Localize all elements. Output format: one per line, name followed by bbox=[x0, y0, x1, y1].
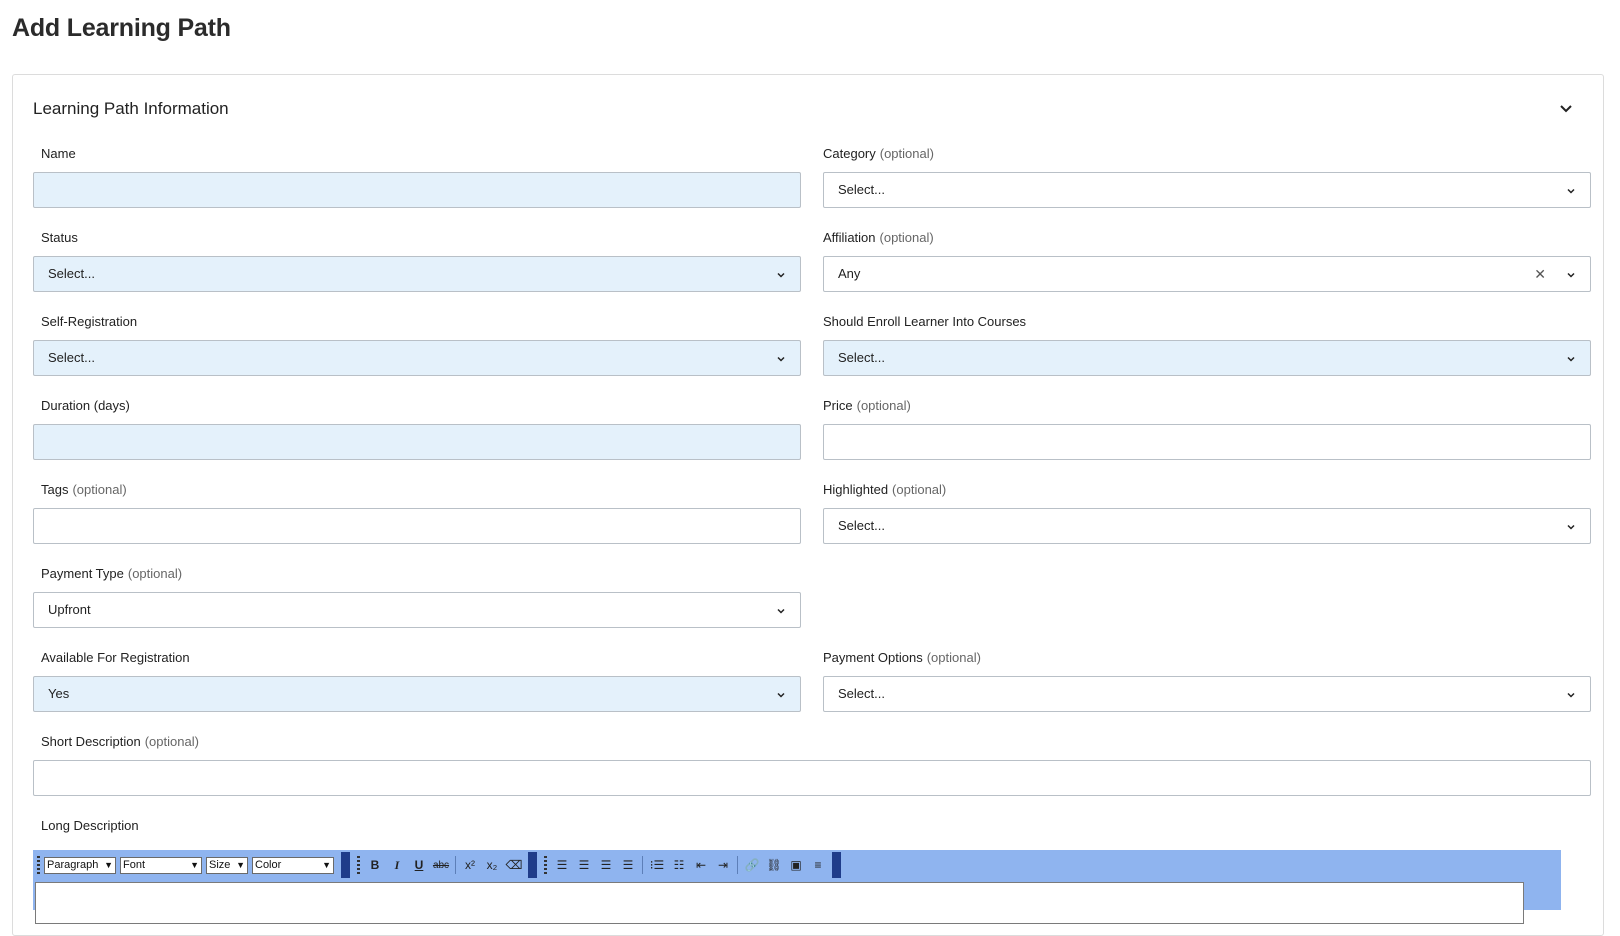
category-label: Category (optional) bbox=[823, 146, 934, 161]
editor-toolbar: Paragraph ▼ Font ▼ Size ▼ Color ▼ B I U abc … bbox=[33, 850, 844, 880]
underline-button[interactable]: U bbox=[408, 854, 430, 876]
self-registration-label: Self-Registration bbox=[41, 314, 138, 329]
align-left-icon[interactable]: ☰ bbox=[551, 854, 573, 876]
chevron-down-icon bbox=[777, 356, 785, 362]
chevron-down-icon bbox=[1567, 524, 1575, 530]
chevron-down-icon bbox=[777, 608, 785, 614]
should-enroll-select[interactable]: Select... bbox=[823, 340, 1591, 376]
long-description-textarea[interactable] bbox=[35, 882, 1524, 924]
highlighted-select[interactable]: Select... bbox=[823, 508, 1591, 544]
payment-type-value: Upfront bbox=[48, 602, 91, 617]
status-value: Select... bbox=[48, 266, 95, 281]
align-justify-icon[interactable]: ☰ bbox=[617, 854, 639, 876]
superscript-icon[interactable]: x² bbox=[459, 854, 481, 876]
price-input[interactable] bbox=[823, 424, 1591, 460]
long-description-editor: Paragraph ▼ Font ▼ Size ▼ Color ▼ B I U abc … bbox=[33, 850, 1561, 924]
affiliation-value: Any bbox=[838, 266, 861, 281]
short-description-label: Short Description (optional) bbox=[41, 734, 199, 749]
eraser-icon[interactable]: ⌫ bbox=[503, 854, 525, 876]
chevron-down-icon bbox=[1567, 272, 1575, 278]
chevron-down-icon bbox=[777, 272, 785, 278]
section-title: Learning Path Information bbox=[33, 99, 229, 118]
payment-options-value: Select... bbox=[838, 686, 885, 701]
duration-label: Duration (days) bbox=[41, 398, 130, 413]
strikethrough-button[interactable]: abc bbox=[430, 854, 452, 876]
align-center-icon[interactable]: ☰ bbox=[595, 854, 617, 876]
toolbar-grip[interactable] bbox=[357, 856, 360, 874]
should-enroll-value: Select... bbox=[838, 350, 885, 365]
subscript-icon[interactable]: x₂ bbox=[481, 854, 503, 876]
insert-link-icon[interactable]: 🔗 bbox=[741, 854, 763, 876]
affiliation-label: Affiliation (optional) bbox=[823, 230, 934, 245]
chevron-down-icon bbox=[1567, 356, 1575, 362]
self-registration-select[interactable]: Select... bbox=[33, 340, 801, 376]
payment-options-select[interactable]: Select... bbox=[823, 676, 1591, 712]
insert-image-icon[interactable]: ▣ bbox=[785, 854, 807, 876]
font-select[interactable]: Font ▼ bbox=[120, 856, 202, 874]
toolbar-separator bbox=[642, 856, 643, 874]
should-enroll-label: Should Enroll Learner Into Courses bbox=[823, 314, 1027, 329]
status-label: Status bbox=[41, 230, 78, 245]
size-select[interactable]: Size ▼ bbox=[206, 856, 248, 874]
payment-type-label: Payment Type (optional) bbox=[41, 566, 183, 581]
unlink-icon[interactable]: ⛓ bbox=[763, 854, 785, 876]
toolbar-grip[interactable] bbox=[544, 856, 547, 874]
tags-label: Tags (optional) bbox=[41, 482, 127, 497]
bold-button[interactable]: B bbox=[364, 854, 386, 876]
highlighted-label: Highlighted (optional) bbox=[823, 482, 947, 497]
tags-input[interactable] bbox=[33, 508, 801, 544]
bullet-list-icon[interactable]: ⁝☰ bbox=[646, 854, 668, 876]
page-title: Add Learning Path bbox=[12, 14, 231, 42]
toolbar-end[interactable] bbox=[528, 852, 537, 878]
payment-options-label: Payment Options (optional) bbox=[823, 650, 981, 665]
color-select[interactable]: Color ▼ bbox=[252, 856, 334, 874]
indent-icon[interactable]: ⇥ bbox=[712, 854, 734, 876]
toolbar-grip[interactable] bbox=[37, 856, 40, 874]
short-description-input[interactable] bbox=[33, 760, 1591, 796]
price-label: Price (optional) bbox=[823, 398, 911, 413]
numbered-list-icon[interactable]: ☷ bbox=[668, 854, 690, 876]
available-for-registration-label: Available For Registration bbox=[41, 650, 190, 665]
category-value: Select... bbox=[838, 182, 885, 197]
payment-type-select[interactable]: Upfront bbox=[33, 592, 801, 628]
horizontal-rule-icon[interactable]: ≡ bbox=[807, 854, 829, 876]
highlighted-value: Select... bbox=[838, 518, 885, 533]
name-label: Name bbox=[41, 146, 76, 161]
clear-icon[interactable]: ✕ bbox=[1534, 266, 1546, 282]
format-select[interactable]: Paragraph ▼ bbox=[44, 856, 116, 874]
category-select[interactable]: Select... bbox=[823, 172, 1591, 208]
collapse-chevron-icon[interactable] bbox=[1558, 100, 1574, 116]
italic-button[interactable]: I bbox=[386, 854, 408, 876]
chevron-down-icon bbox=[777, 692, 785, 698]
chevron-down-icon bbox=[1567, 692, 1575, 698]
available-for-registration-select[interactable]: Yes bbox=[33, 676, 801, 712]
chevron-down-icon bbox=[1567, 188, 1575, 194]
toolbar-end[interactable] bbox=[832, 852, 841, 878]
name-input[interactable] bbox=[33, 172, 801, 208]
toolbar-separator bbox=[737, 856, 738, 874]
duration-input[interactable] bbox=[33, 424, 801, 460]
toolbar-end[interactable] bbox=[341, 852, 350, 878]
long-description-label: Long Description bbox=[41, 818, 139, 833]
align-right-icon[interactable]: ☰ bbox=[573, 854, 595, 876]
toolbar-separator bbox=[455, 856, 456, 874]
affiliation-select[interactable]: Any ✕ bbox=[823, 256, 1591, 292]
status-select[interactable]: Select... bbox=[33, 256, 801, 292]
outdent-icon[interactable]: ⇤ bbox=[690, 854, 712, 876]
available-for-registration-value: Yes bbox=[48, 686, 70, 701]
self-registration-value: Select... bbox=[48, 350, 95, 365]
